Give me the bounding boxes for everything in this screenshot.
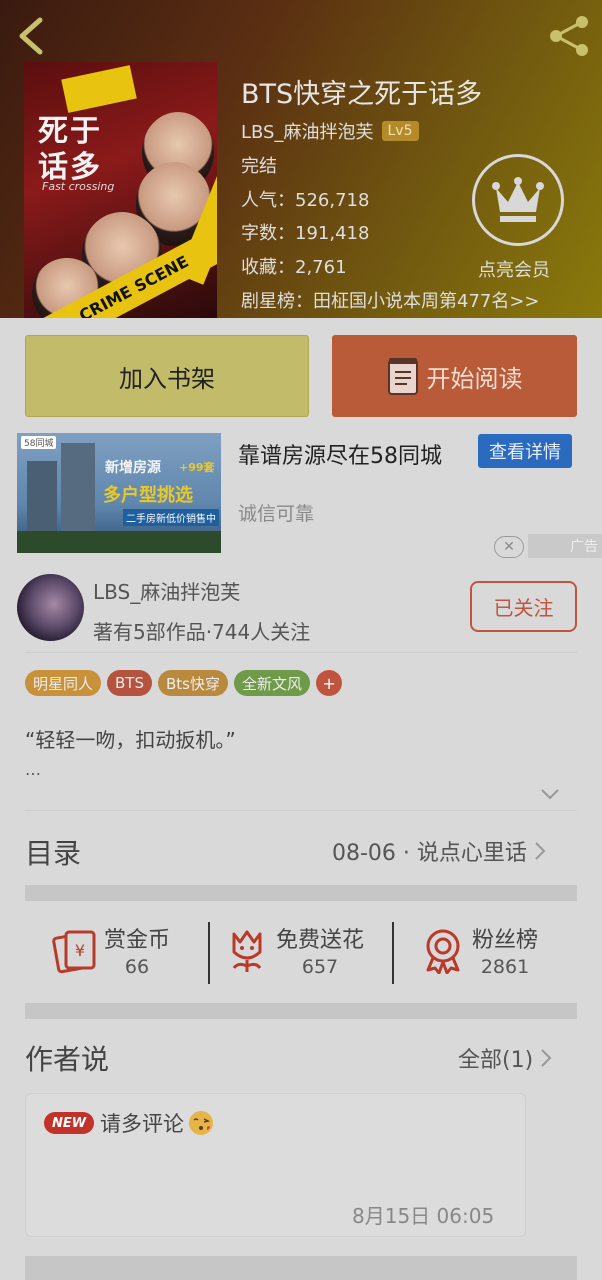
follow-button[interactable]: 已关注 — [470, 581, 577, 632]
reward-coins-stat[interactable]: ¥ 赏金币 66 — [52, 922, 170, 978]
tag-chip[interactable]: BTS — [107, 670, 152, 696]
ad-image-line2: 多户型挑选 — [103, 485, 193, 506]
book-icon — [387, 358, 418, 395]
add-to-shelf-label: 加入书架 — [119, 364, 215, 393]
cover-subtitle: Fast crossing — [42, 180, 115, 193]
section-separator — [25, 885, 577, 901]
chevron-down-icon[interactable] — [538, 786, 562, 802]
stat-divider — [208, 922, 210, 984]
coin-envelope-icon: ¥ — [52, 930, 96, 974]
summary-ellipsis: … — [25, 760, 41, 779]
author-name[interactable]: LBS_麻油拌泡芙 — [93, 576, 240, 605]
author-comment-card[interactable]: NEW 请多评论 8月15日 06:05 — [25, 1093, 526, 1237]
share-icon[interactable] — [546, 14, 592, 58]
book-popularity: 人气：526,718 — [241, 190, 370, 211]
stat-label: 粉丝榜 — [472, 928, 539, 953]
stat-value: 2861 — [480, 956, 530, 978]
comment-time: 8月15日 06:05 — [352, 1204, 495, 1228]
comment-text-row: 请多评论 — [100, 1108, 214, 1138]
chevron-right-icon — [535, 842, 546, 860]
kiss-emoji-icon — [189, 1111, 213, 1135]
book-word-count: 字数：191,418 — [241, 223, 370, 244]
flower-icon — [232, 930, 262, 972]
free-flowers-stat[interactable]: 免费送花 657 — [224, 922, 364, 978]
tag-list: 明星同人 BTS Bts快穿 全新文风 + — [25, 670, 343, 696]
member-label[interactable]: 点亮会员 — [478, 256, 550, 282]
start-reading-button[interactable]: 开始阅读 — [332, 335, 577, 417]
toc-latest-chapter[interactable]: 08-06 · 说点心里话 — [332, 835, 547, 867]
tag-chip[interactable]: 全新文风 — [234, 670, 311, 696]
member-crown-button[interactable] — [472, 154, 564, 246]
comment-text: 请多评论 — [100, 1112, 184, 1136]
ad-image-plus: +99套 — [179, 461, 215, 474]
add-to-shelf-button[interactable]: 加入书架 — [25, 335, 309, 417]
fans-ranking-stat[interactable]: 粉丝榜 2861 — [420, 922, 538, 978]
new-badge: NEW — [44, 1112, 94, 1134]
chevron-right-icon — [541, 1049, 552, 1067]
book-ranking-link[interactable]: 剧星榜：田柾国小说本周第477名>> — [241, 287, 540, 313]
cover-title: 死于话多 — [38, 114, 102, 185]
book-header: 死于话多 Fast crossing CRIME SCENE BTS快穿之死于话… — [0, 0, 602, 318]
ad-image-line1: 新增房源 — [105, 460, 161, 476]
book-author-line: LBS_麻油拌泡芙 Lv5 — [241, 118, 419, 144]
ad-subtitle: 诚信可靠 — [238, 503, 315, 525]
author-says-label: 作者说 — [25, 1043, 110, 1076]
tag-chip[interactable]: 明星同人 — [25, 670, 102, 696]
svg-text:¥: ¥ — [75, 941, 85, 960]
divider — [25, 810, 577, 811]
start-reading-label: 开始阅读 — [426, 364, 523, 393]
section-separator — [25, 1256, 577, 1280]
book-cover[interactable]: 死于话多 Fast crossing CRIME SCENE — [24, 62, 217, 318]
book-favorites: 收藏：2,761 — [241, 257, 347, 278]
author-says-all-link[interactable]: 全部(1) — [458, 1042, 553, 1074]
stat-value: 66 — [124, 956, 150, 978]
ad-marker-label: 广告 — [570, 539, 598, 555]
book-status: 完结 — [241, 156, 277, 177]
crown-icon — [492, 177, 544, 222]
back-arrow-icon[interactable] — [12, 14, 52, 58]
ad-image[interactable]: 58同城 新增房源 +99套 多户型挑选 二手房新低价销售中 — [17, 433, 221, 553]
stat-label: 赏金币 — [104, 928, 171, 953]
section-separator — [25, 1003, 577, 1019]
author-says-all-label: 全部(1) — [458, 1048, 534, 1073]
ad-close-button[interactable]: ✕ — [494, 536, 524, 558]
ad-image-line3: 二手房新低价销售中 — [123, 509, 219, 526]
medal-icon — [426, 929, 460, 974]
book-summary: “轻轻一吻，扣动扳机。” — [25, 728, 236, 752]
stat-divider — [392, 922, 394, 984]
ad-details-button[interactable]: 查看详情 — [478, 434, 572, 468]
stat-value: 657 — [301, 956, 339, 978]
more-tags-button[interactable]: + — [316, 670, 343, 696]
divider — [25, 652, 577, 653]
cover-ticket-decoration — [61, 65, 137, 113]
author-avatar[interactable] — [17, 574, 84, 641]
book-author[interactable]: LBS_麻油拌泡芙 — [241, 118, 374, 144]
ad-title[interactable]: 靠谱房源尽在58同城 — [238, 438, 442, 470]
toc-label[interactable]: 目录 — [25, 832, 81, 872]
author-stats: 著有5部作品·744人关注 — [93, 620, 311, 644]
ad-image-tag: 58同城 — [21, 436, 57, 449]
book-title: BTS快穿之死于话多 — [241, 79, 483, 110]
ad-trees-decoration — [17, 531, 221, 553]
stat-label: 免费送花 — [276, 928, 365, 953]
tag-chip[interactable]: Bts快穿 — [158, 670, 228, 696]
author-level-badge: Lv5 — [381, 121, 419, 141]
toc-latest-label: 08-06 · 说点心里话 — [332, 841, 527, 866]
ad-marker: 广告 — [528, 534, 602, 558]
